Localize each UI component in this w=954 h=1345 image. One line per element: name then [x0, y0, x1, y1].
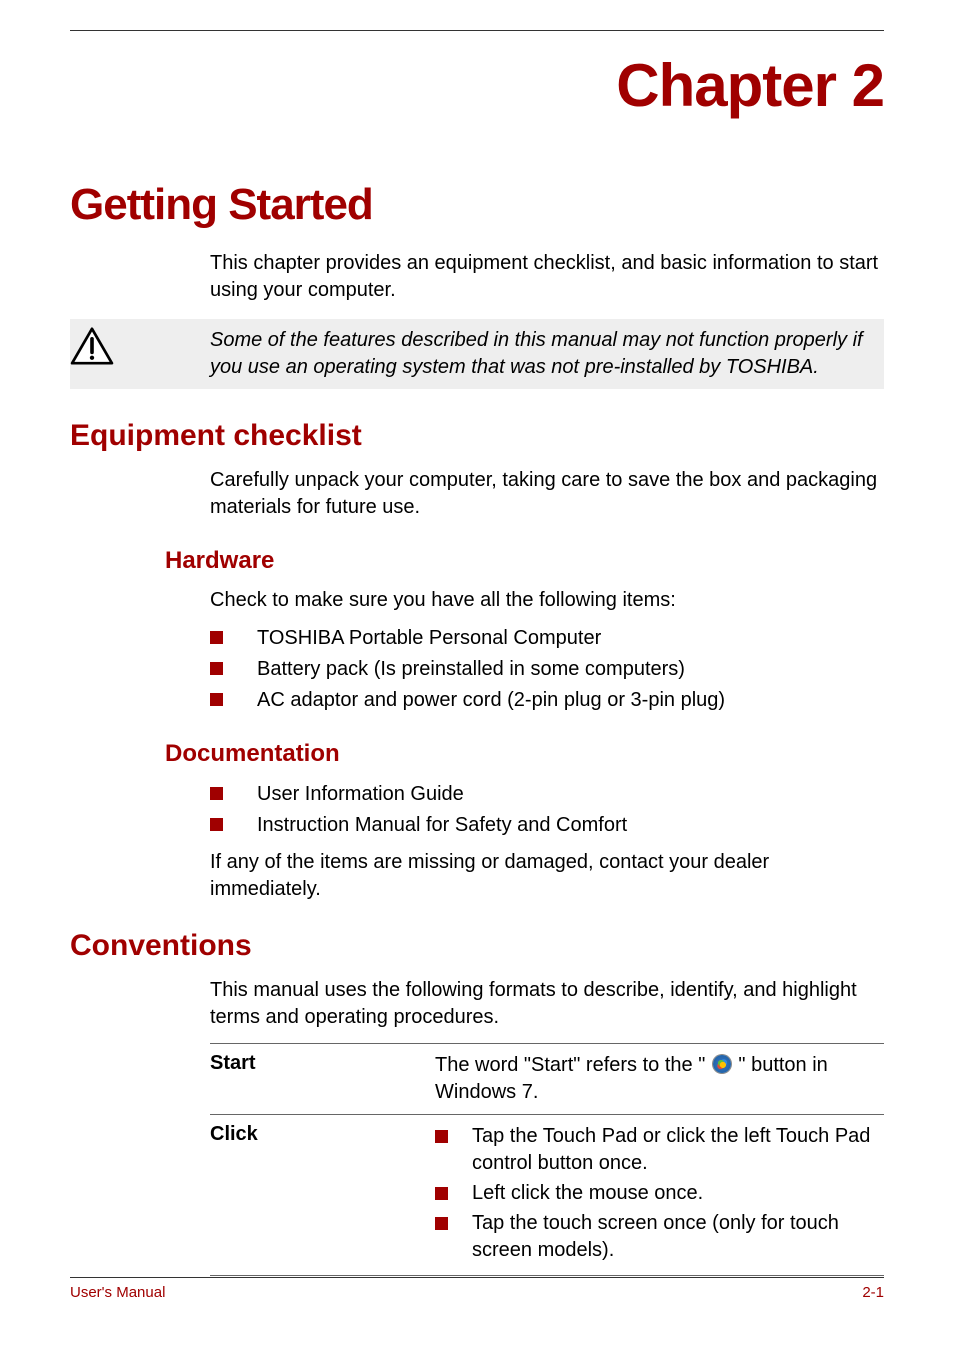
list-item: Battery pack (Is preinstalled in some co… — [210, 655, 884, 683]
list-item-text: Left click the mouse once. — [472, 1180, 703, 1207]
conv-val-click: Tap the Touch Pad or click the left Touc… — [435, 1123, 884, 1267]
conv-val-start: The word "Start" refers to the " " butto… — [435, 1052, 884, 1106]
documentation-heading: Documentation — [165, 740, 884, 768]
list-item-text: Battery pack (Is preinstalled in some co… — [257, 655, 685, 683]
start-text-before: The word "Start" refers to the " — [435, 1054, 711, 1076]
conv-key-start: Start — [210, 1052, 435, 1106]
footer-rule — [70, 1277, 884, 1278]
bullet-icon — [435, 1187, 448, 1200]
documentation-note: If any of the items are missing or damag… — [210, 849, 884, 903]
chapter-title: Getting Started — [70, 180, 884, 230]
list-item-text: Tap the Touch Pad or click the left Touc… — [472, 1123, 884, 1177]
bullet-icon — [210, 631, 223, 644]
table-row: Click Tap the Touch Pad or click the lef… — [210, 1114, 884, 1276]
top-rule — [70, 30, 884, 31]
conventions-table: Start The word "Start" refers to the " "… — [210, 1043, 884, 1276]
list-item-text: Instruction Manual for Safety and Comfor… — [257, 811, 627, 839]
hardware-list: TOSHIBA Portable Personal Computer Batte… — [210, 624, 884, 714]
bullet-icon — [210, 662, 223, 675]
list-item: Tap the touch screen once (only for touc… — [435, 1210, 884, 1264]
list-item: User Information Guide — [210, 780, 884, 808]
chapter-intro: This chapter provides an equipment check… — [210, 250, 884, 304]
bullet-icon — [435, 1217, 448, 1230]
list-item: AC adaptor and power cord (2-pin plug or… — [210, 686, 884, 714]
documentation-list: User Information Guide Instruction Manua… — [210, 780, 884, 839]
bullet-icon — [435, 1130, 448, 1143]
conv-key-click: Click — [210, 1123, 435, 1267]
bullet-icon — [210, 818, 223, 831]
table-row: Start The word "Start" refers to the " "… — [210, 1043, 884, 1114]
list-item-text: Tap the touch screen once (only for touc… — [472, 1210, 884, 1264]
list-item: Instruction Manual for Safety and Comfor… — [210, 811, 884, 839]
equipment-intro: Carefully unpack your computer, taking c… — [210, 467, 884, 521]
list-item: Left click the mouse once. — [435, 1180, 884, 1207]
footer-page-number: 2-1 — [862, 1284, 884, 1301]
list-item-text: AC adaptor and power cord (2-pin plug or… — [257, 686, 725, 714]
hardware-intro: Check to make sure you have all the foll… — [210, 587, 884, 614]
chapter-label: Chapter 2 — [70, 51, 884, 120]
conventions-heading: Conventions — [70, 929, 884, 963]
list-item: Tap the Touch Pad or click the left Touc… — [435, 1123, 884, 1177]
page-footer: User's Manual 2-1 — [70, 1277, 884, 1301]
warning-callout: Some of the features described in this m… — [70, 319, 884, 389]
warning-icon — [70, 327, 210, 365]
list-item-text: TOSHIBA Portable Personal Computer — [257, 624, 601, 652]
windows-start-icon — [713, 1055, 731, 1073]
bullet-icon — [210, 693, 223, 706]
equipment-heading: Equipment checklist — [70, 419, 884, 453]
hardware-heading: Hardware — [165, 547, 884, 575]
footer-left: User's Manual — [70, 1284, 165, 1301]
list-item: TOSHIBA Portable Personal Computer — [210, 624, 884, 652]
conventions-intro: This manual uses the following formats t… — [210, 977, 884, 1031]
warning-text: Some of the features described in this m… — [210, 327, 878, 381]
list-item-text: User Information Guide — [257, 780, 464, 808]
bullet-icon — [210, 787, 223, 800]
